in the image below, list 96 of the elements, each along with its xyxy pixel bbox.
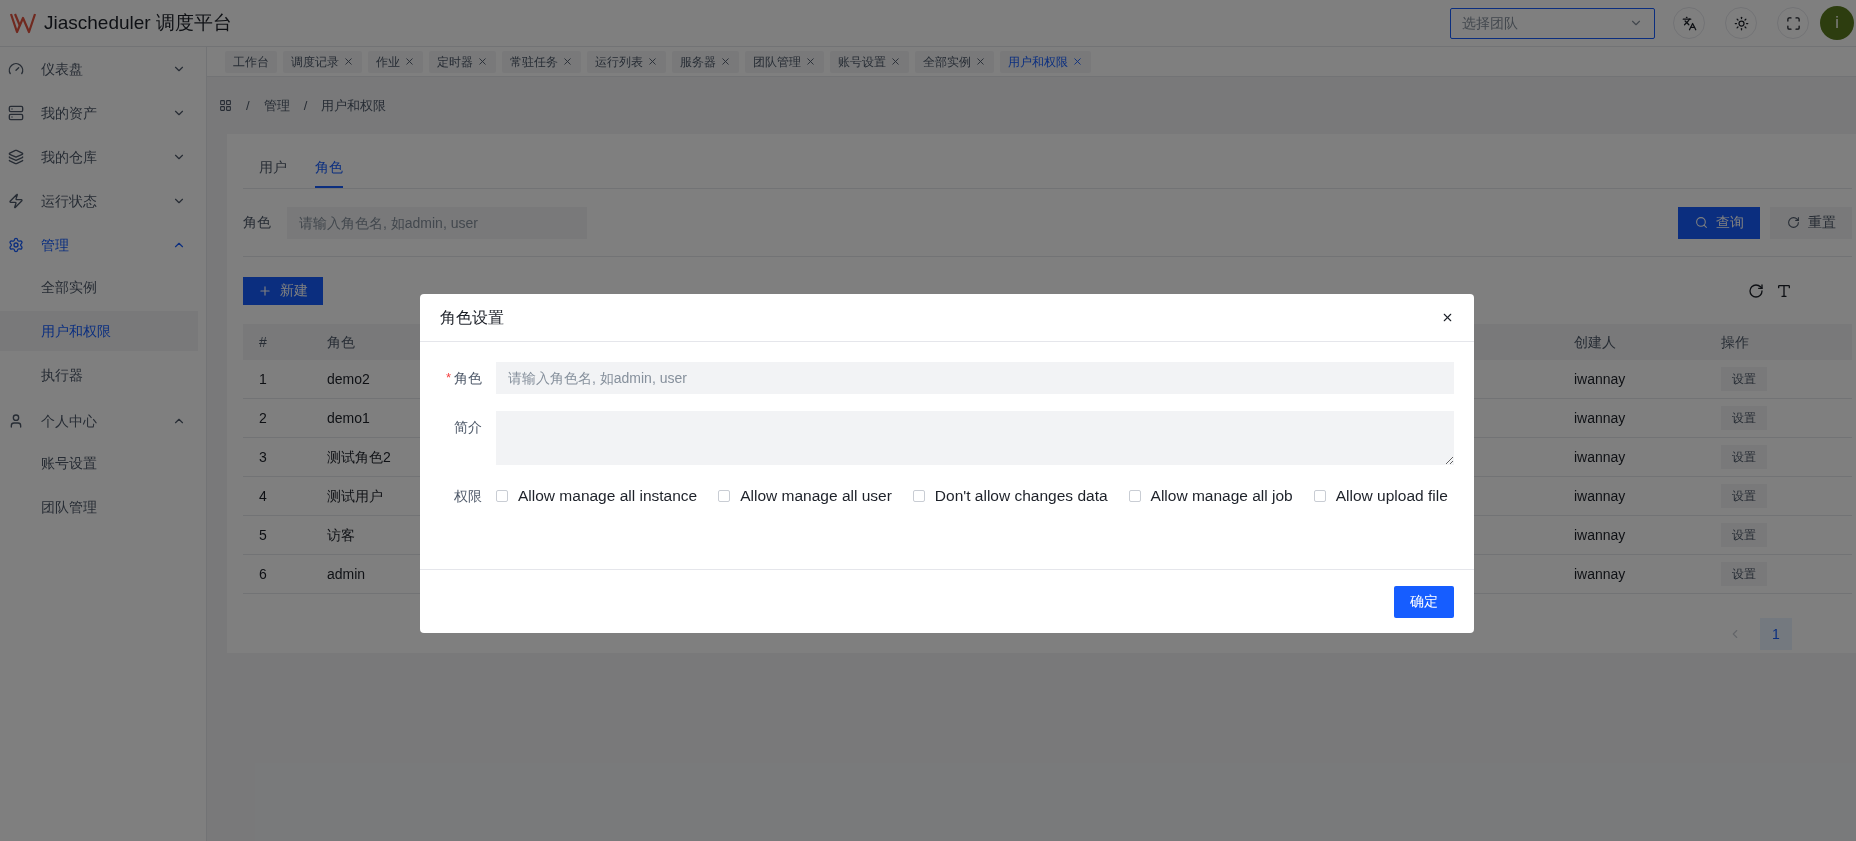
sidebar-item[interactable]: 用户和权限: [0, 311, 198, 351]
page-tab[interactable]: 全部实例: [915, 50, 994, 73]
apps-icon: [219, 99, 232, 112]
filter-label: 角色: [243, 213, 272, 232]
settings-button[interactable]: 设置: [1721, 367, 1767, 391]
field-label: 角色: [454, 368, 482, 388]
lightning-icon: [8, 193, 24, 209]
sidebar-group[interactable]: 运行状态: [0, 179, 206, 223]
table-cell-text: iwannay: [1573, 525, 1627, 545]
table-cell-text: admin: [326, 564, 367, 584]
table-cell-text: iwannay: [1573, 408, 1627, 428]
settings-button[interactable]: 设置: [1721, 484, 1767, 508]
app-title: Jiascheduler 调度平台: [44, 10, 232, 35]
checkbox-label: Allow manage all instance: [518, 486, 698, 507]
table-cell-text: iwannay: [1573, 447, 1627, 467]
settings-icon: [8, 237, 24, 253]
settings-button[interactable]: 设置: [1721, 562, 1767, 586]
checkbox[interactable]: [1313, 490, 1326, 502]
checkbox[interactable]: [1128, 490, 1141, 502]
field-label: 简介: [454, 417, 482, 437]
page-tab[interactable]: 作业: [368, 50, 423, 73]
table-cell-text: 3: [258, 447, 268, 467]
description-field[interactable]: [496, 411, 1454, 465]
table-cell-text: iwannay: [1573, 564, 1627, 584]
sidebar-group[interactable]: 管理: [0, 223, 206, 267]
tab[interactable]: 角色: [315, 148, 343, 188]
sidebar-item[interactable]: 账号设置: [0, 443, 198, 483]
column-header: 角色: [326, 332, 356, 352]
gauge-icon: [8, 61, 24, 77]
layers-icon: [8, 149, 24, 165]
sidebar-item[interactable]: 执行器: [0, 355, 198, 395]
checkbox-label: Allow manage all user: [740, 486, 892, 507]
page-tab[interactable]: 账号设置: [830, 50, 909, 73]
page-tab[interactable]: 调度记录: [283, 50, 362, 73]
breadcrumb-separator: /: [246, 96, 250, 115]
page-tab[interactable]: 定时器: [429, 50, 496, 73]
table-cell-text: iwannay: [1573, 369, 1627, 389]
sidebar-group[interactable]: 仪表盘: [0, 47, 206, 91]
logo-icon: [10, 12, 36, 34]
plus-icon: [258, 283, 272, 298]
breadcrumb-item[interactable]: 用户和权限: [321, 95, 387, 116]
team-select[interactable]: 选择团队: [1450, 7, 1655, 39]
settings-button[interactable]: 设置: [1721, 445, 1767, 469]
avatar[interactable]: i: [1820, 6, 1854, 40]
required-mark: *: [445, 369, 451, 388]
table-cell-text: 2: [258, 408, 268, 428]
close-icon[interactable]: [1441, 311, 1454, 324]
field-label: 权限: [453, 486, 483, 506]
sidebar-group[interactable]: 我的仓库: [0, 135, 206, 179]
table-cell-text: 4: [258, 486, 268, 506]
table-cell-text: demo1: [326, 408, 371, 428]
table-cell-text: 5: [258, 525, 268, 545]
page-tab[interactable]: 用户和权限: [1000, 50, 1091, 73]
column-header: 操作: [1720, 332, 1750, 352]
table-cell-text: iwannay: [1573, 486, 1627, 506]
role-name-field[interactable]: 请输入角色名, 如admin, user: [496, 362, 1454, 394]
breadcrumb-item[interactable]: 管理: [263, 95, 290, 116]
page-tab[interactable]: 服务器: [672, 50, 739, 73]
checkbox[interactable]: [496, 490, 508, 502]
sidebar-item[interactable]: 团队管理: [0, 487, 198, 527]
table-cell-text: 测试用户: [326, 486, 384, 506]
settings-button[interactable]: 设置: [1721, 406, 1767, 430]
table-cell-text: 1: [258, 369, 268, 389]
server-icon: [8, 105, 24, 121]
breadcrumb-separator: /: [303, 96, 308, 115]
sidebar-item[interactable]: 全部实例: [0, 267, 198, 307]
search-icon: [1694, 216, 1708, 229]
text-size-icon[interactable]: [1776, 282, 1792, 299]
refresh-icon[interactable]: [1748, 282, 1764, 299]
modal-title: 角色设置: [440, 307, 504, 328]
page-button[interactable]: 1: [1760, 618, 1792, 650]
checkbox[interactable]: [718, 490, 731, 502]
page-tab[interactable]: 工作台: [225, 50, 277, 73]
sidebar-group[interactable]: 我的资产: [0, 91, 206, 135]
page-tab[interactable]: 团队管理: [745, 50, 824, 73]
column-header: 创建人: [1573, 332, 1617, 352]
settings-button[interactable]: 设置: [1721, 523, 1767, 547]
reset-icon: [1786, 216, 1800, 229]
column-header: #: [258, 332, 268, 352]
checkbox-label: Allow upload file: [1335, 486, 1448, 507]
tab[interactable]: 用户: [259, 148, 287, 188]
user-icon: [8, 413, 24, 429]
table-cell-text: demo2: [326, 369, 371, 389]
table-cell-text: 6: [258, 564, 268, 584]
table-cell-text: 访客: [326, 525, 356, 545]
search-button[interactable]: 查询: [1678, 206, 1760, 239]
sidebar-group[interactable]: 个人中心: [0, 399, 206, 443]
page-tab[interactable]: 常驻任务: [502, 50, 581, 73]
table-cell-text: 测试角色2: [326, 447, 392, 467]
new-button[interactable]: 新建: [243, 276, 323, 305]
checkbox-label: Don't allow changes data: [934, 486, 1108, 507]
page-tab[interactable]: 运行列表: [587, 50, 666, 73]
confirm-button[interactable]: 确定: [1394, 585, 1454, 618]
reset-button[interactable]: 重置: [1770, 206, 1852, 239]
checkbox-label: Allow manage all job: [1150, 486, 1293, 507]
checkbox[interactable]: [912, 490, 925, 502]
